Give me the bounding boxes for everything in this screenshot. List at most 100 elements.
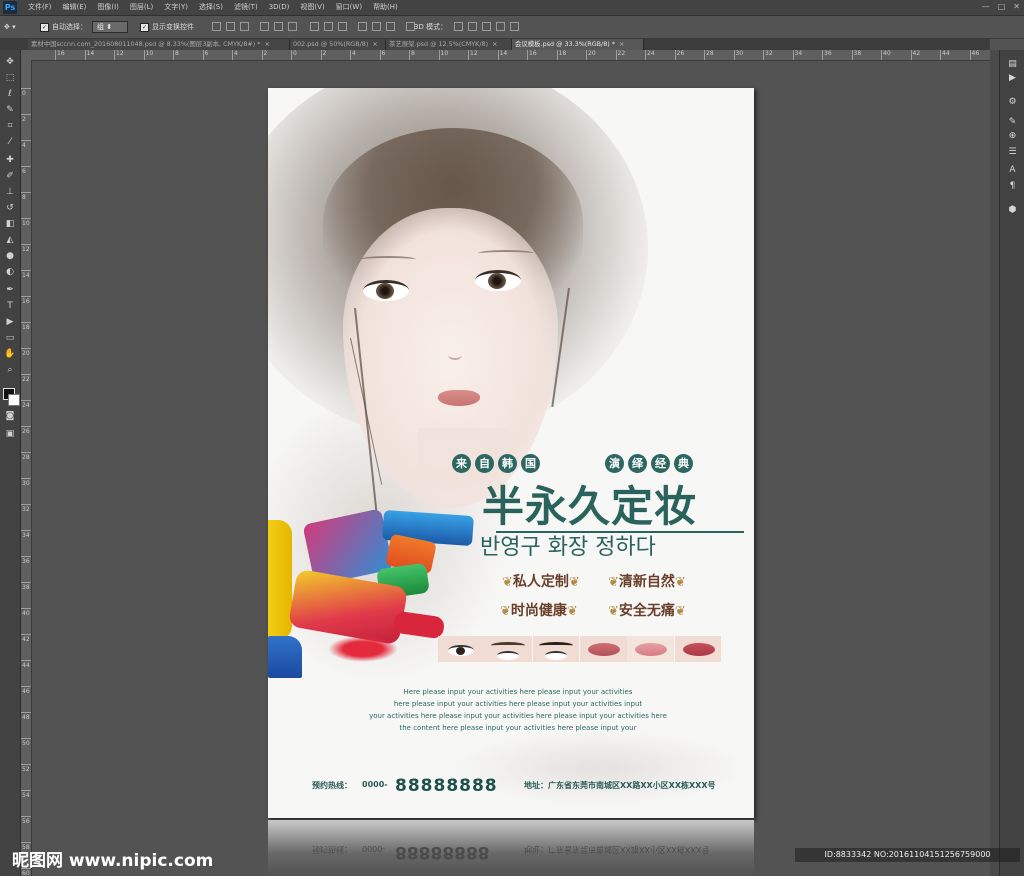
subheading-char: 韩 <box>498 454 517 473</box>
character-panel-icon[interactable]: A <box>1006 164 1019 176</box>
menu-item[interactable]: 选择(S) <box>199 0 223 15</box>
ruler-tick <box>21 556 31 557</box>
close-icon[interactable]: × <box>619 40 624 48</box>
healing-brush-icon[interactable]: ✚ <box>4 154 16 166</box>
history-brush-icon[interactable]: ↺ <box>4 202 16 214</box>
thumbnail-eyeliner <box>438 636 485 662</box>
close-icon[interactable]: × <box>492 40 497 48</box>
pen-tool-icon[interactable]: ✒ <box>4 284 16 296</box>
distribute-bottom-icon[interactable] <box>338 22 347 31</box>
align-middle-icon[interactable] <box>226 22 235 31</box>
polish-drip-blue <box>268 636 302 678</box>
brush-panel-icon[interactable]: ✎ <box>1006 116 1019 128</box>
3d-rotate-icon[interactable] <box>454 22 463 31</box>
lasso-tool-icon[interactable]: ℓ <box>4 88 16 100</box>
menu-item[interactable]: 图像(I) <box>97 0 119 15</box>
menu-item[interactable]: 文件(F) <box>28 0 52 15</box>
ruler-tick <box>21 608 31 609</box>
eyedropper-icon[interactable]: ⁄ <box>4 136 16 148</box>
minimize-icon[interactable]: — <box>982 2 990 11</box>
distribute-center-icon[interactable] <box>372 22 381 31</box>
3d-roll-icon[interactable] <box>468 22 477 31</box>
tab-document-active[interactable]: 会议模板.psd @ 33.3%(RGB/8) * × <box>512 39 644 50</box>
3d-pan-icon[interactable] <box>482 22 491 31</box>
align-right-icon[interactable] <box>288 22 297 31</box>
show-transform-checkbox[interactable]: ✓ 显示变换控件 <box>140 21 194 33</box>
eraser-icon[interactable]: ◧ <box>4 218 16 230</box>
ruler-tick <box>21 478 31 479</box>
reflection-hotline-label: 预约热线： <box>312 845 352 854</box>
contact-bar: 预约热线： 0000- 88888888 地址：广东省东莞市南城区XX路XX小区… <box>268 776 754 798</box>
paragraph-panel-icon[interactable]: ¶ <box>1006 180 1019 192</box>
distribute-right-icon[interactable] <box>386 22 395 31</box>
align-buttons[interactable] <box>212 22 415 31</box>
menu-item[interactable]: 3D(D) <box>269 0 290 15</box>
history-panel-icon[interactable]: ▤ <box>1006 58 1019 70</box>
tab-document-2[interactable]: 002.psd @ 50%(RGB/8) × <box>290 39 386 50</box>
align-top-icon[interactable] <box>212 22 221 31</box>
3d-scale-icon[interactable] <box>510 22 519 31</box>
path-select-icon[interactable]: ▶ <box>4 316 16 328</box>
hand-tool-icon[interactable]: ✋ <box>4 348 16 360</box>
tab-document-3[interactable]: 茶艺展架.psd @ 12.5%(CMYK/8) × <box>386 39 512 50</box>
body-text-line: the content here please input your activ… <box>399 724 637 732</box>
close-icon[interactable]: × <box>372 40 377 48</box>
dodge-tool-icon[interactable]: ◐ <box>4 266 16 278</box>
distribute-left-icon[interactable] <box>358 22 367 31</box>
menu-item[interactable]: 帮助(H) <box>373 0 398 15</box>
actions-panel-icon[interactable]: ▶ <box>1006 72 1019 84</box>
ruler-tick-label: 46 <box>22 688 30 695</box>
crop-tool-icon[interactable]: ⌗ <box>4 120 16 132</box>
distribute-top-icon[interactable] <box>310 22 319 31</box>
menu-item[interactable]: 编辑(E) <box>63 0 87 15</box>
brush-tool-icon[interactable]: ✐ <box>4 170 16 182</box>
ruler-tick <box>21 738 31 739</box>
3d-mode-buttons[interactable] <box>454 22 519 31</box>
document-canvas[interactable]: 来 自 韩 国 演 绎 经 典 半永久定妆 반영구 화장 정하다 ❦私人定制❦ … <box>268 88 754 818</box>
align-center-icon[interactable] <box>274 22 283 31</box>
ruler-tick <box>21 296 31 297</box>
properties-panel-icon[interactable]: ☰ <box>1006 146 1019 158</box>
type-tool-icon[interactable]: T <box>4 300 16 312</box>
align-bottom-icon[interactable] <box>240 22 249 31</box>
quick-select-icon[interactable]: ✎ <box>4 104 16 116</box>
close-icon[interactable]: ✕ <box>1013 2 1020 11</box>
zoom-tool-icon[interactable]: ⌕ <box>4 364 16 376</box>
maximize-icon[interactable]: □ <box>998 2 1006 11</box>
3d-slide-icon[interactable] <box>496 22 505 31</box>
ruler-tick-label: 32 <box>765 50 773 57</box>
nipic-watermark-logo: 昵图网 www.nipic.com <box>12 851 214 871</box>
auto-select-dropdown[interactable]: 组 ⬍ <box>92 21 128 33</box>
body-text-line: here please input your activities here p… <box>393 700 643 708</box>
vertical-scrollbar[interactable] <box>990 50 999 876</box>
ruler-tick <box>21 192 31 193</box>
clone-stamp-icon[interactable]: ⊥ <box>4 186 16 198</box>
close-icon[interactable]: × <box>264 40 269 48</box>
blur-tool-icon[interactable]: ● <box>4 250 16 262</box>
align-left-icon[interactable] <box>260 22 269 31</box>
screen-mode-icon[interactable]: ▣ <box>4 428 16 440</box>
auto-select-checkbox[interactable]: ✓ 自动选择： <box>40 21 87 33</box>
move-tool-icon[interactable]: ✥ <box>4 56 16 68</box>
adjustments-panel-icon[interactable]: ⚙ <box>1006 96 1019 108</box>
menu-item[interactable]: 图层(L) <box>130 0 153 15</box>
menu-item[interactable]: 文字(Y) <box>164 0 188 15</box>
marquee-tool-icon[interactable]: ⬚ <box>4 72 16 84</box>
menu-item[interactable]: 视图(V) <box>300 0 324 15</box>
paint-bucket-icon[interactable]: ◭ <box>4 234 16 246</box>
menu-item[interactable]: 滤镜(T) <box>234 0 258 15</box>
ruler-tick-label: 0 <box>293 50 297 57</box>
distribute-middle-icon[interactable] <box>324 22 333 31</box>
quick-mask-icon[interactable]: ◙ <box>4 410 16 422</box>
3d-panel-icon[interactable]: ⬢ <box>1006 204 1019 216</box>
ruler-tick <box>84 50 86 60</box>
menu-item[interactable]: 窗口(W) <box>336 0 362 15</box>
ruler-tick <box>438 50 440 60</box>
tab-document-1[interactable]: 素材中国sccnn.com_20160801104​8.psd @ 8.33%(… <box>28 39 290 50</box>
clone-source-icon[interactable]: ⊕ <box>1006 130 1019 142</box>
background-color-swatch[interactable] <box>8 394 20 406</box>
move-tool-icon[interactable]: ✥ ▾ <box>4 21 16 33</box>
mode-3d-label: 3D 模式： <box>414 23 448 31</box>
shape-tool-icon[interactable]: ▭ <box>4 332 16 344</box>
ruler-tick <box>21 816 31 817</box>
